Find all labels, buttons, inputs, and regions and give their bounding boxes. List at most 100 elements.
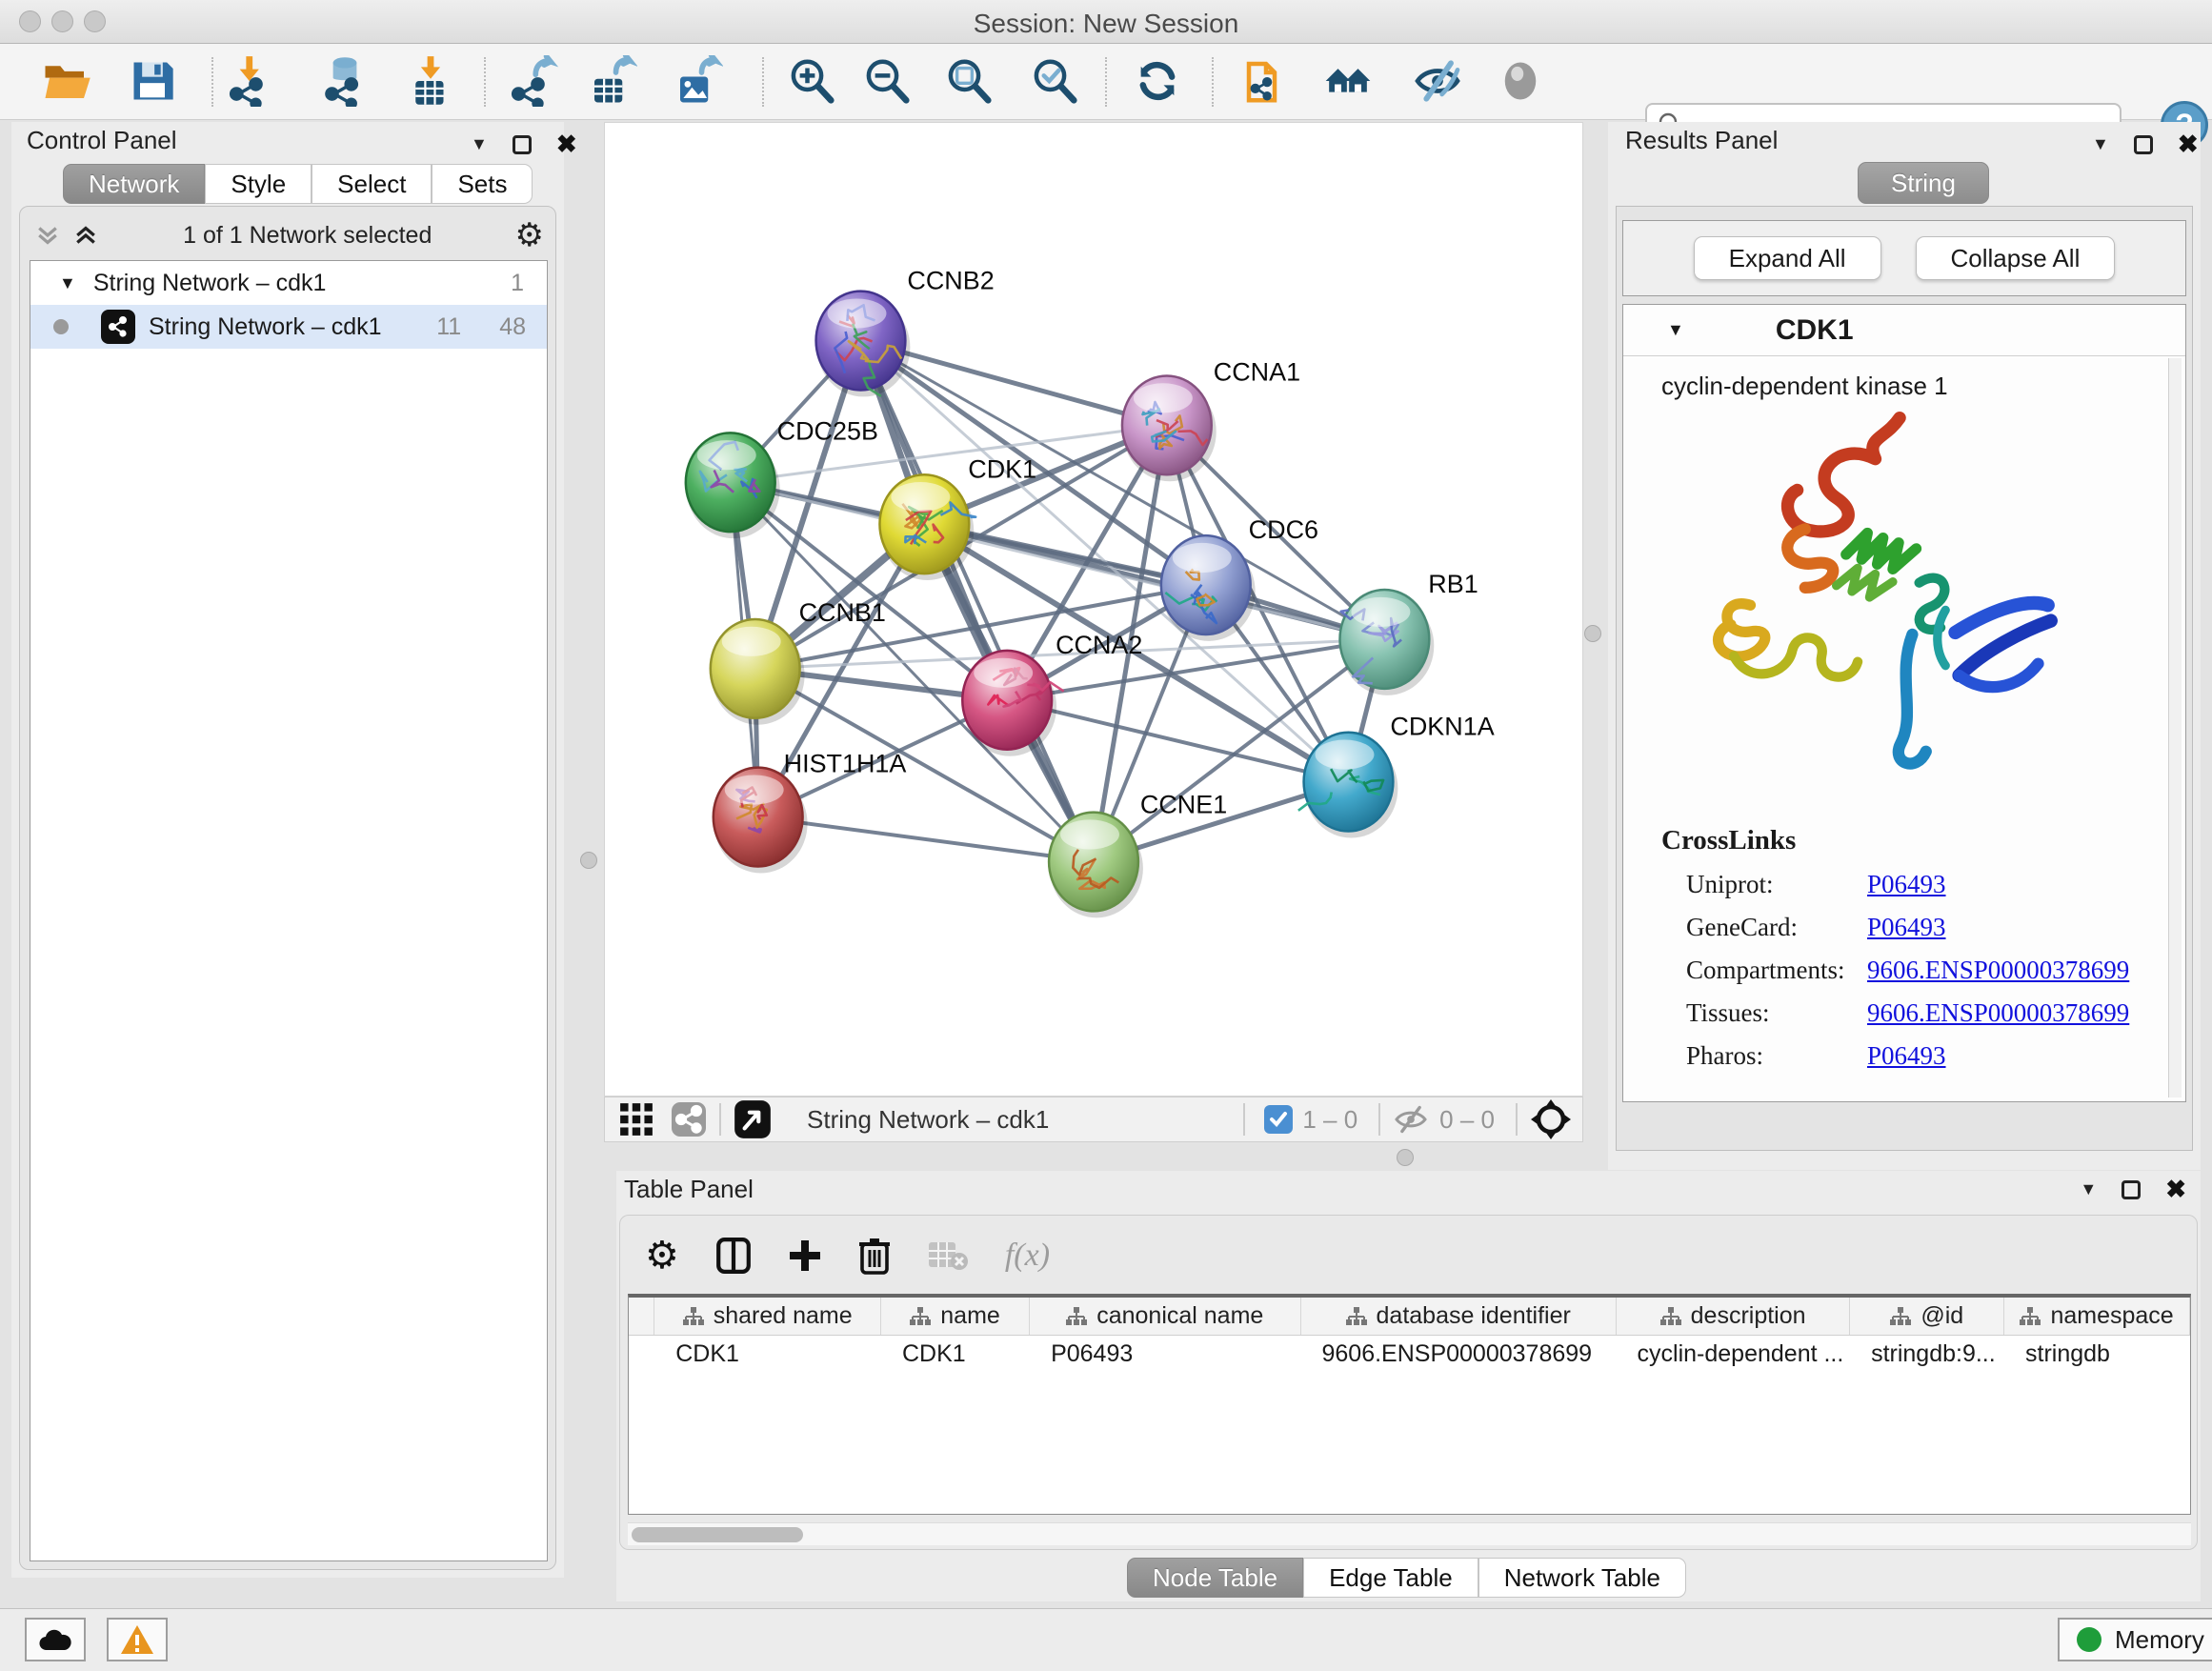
save-session-button[interactable] xyxy=(125,53,180,109)
open-session-button[interactable] xyxy=(39,53,94,109)
zoom-out-icon xyxy=(861,55,913,107)
namespace-icon xyxy=(910,1306,931,1327)
window-title: Session: New Session xyxy=(0,9,2212,39)
warnings-button[interactable] xyxy=(107,1618,168,1661)
column-header-name[interactable]: name xyxy=(881,1298,1030,1335)
entry-scrollbar[interactable] xyxy=(2168,358,2182,1097)
selected-checkbox-icon[interactable] xyxy=(1264,1105,1293,1134)
table-hscrollbar-thumb[interactable] xyxy=(632,1527,803,1542)
tab-style[interactable]: Style xyxy=(205,164,312,204)
crosslink-value-link[interactable]: P06493 xyxy=(1867,913,1946,942)
crosslink-row: Uniprot:P06493 xyxy=(1661,870,2129,899)
cell-description[interactable]: cyclin-dependent ... xyxy=(1617,1340,1851,1368)
hidden-eye-icon xyxy=(1392,1103,1430,1136)
tab-edge-table[interactable]: Edge Table xyxy=(1303,1558,1478,1598)
tab-string[interactable]: String xyxy=(1858,162,1989,204)
memory-button[interactable]: Memory xyxy=(2058,1618,2212,1661)
manual-layout-icon[interactable] xyxy=(1529,1097,1573,1141)
cloud-status-button[interactable] xyxy=(25,1618,86,1661)
node-label-CCNE1: CCNE1 xyxy=(1140,791,1227,819)
tab-select[interactable]: Select xyxy=(312,164,432,204)
expander-icon[interactable]: ▼ xyxy=(59,273,76,293)
network-canvas[interactable]: CCNB2CCNA1CDC25BCDK1CDC6RB1CCNB1CCNA2CDK… xyxy=(604,122,1583,1097)
network-collection-row[interactable]: ▼ String Network – cdk1 1 xyxy=(30,261,547,305)
network-row[interactable]: String Network – cdk1 11 48 xyxy=(30,305,547,349)
birds-eye-icon[interactable] xyxy=(733,1098,773,1140)
entry-description: cyclin-dependent kinase 1 xyxy=(1661,372,2185,401)
collapse-all-button[interactable]: Collapse All xyxy=(1916,236,2116,280)
cell-database-identifier[interactable]: 9606.ENSP00000378699 xyxy=(1300,1340,1616,1368)
add-column-icon[interactable] xyxy=(788,1238,822,1273)
export-network-button[interactable] xyxy=(506,53,561,109)
show-details-button[interactable] xyxy=(1493,53,1548,109)
crosslink-value-link[interactable]: 9606.ENSP00000378699 xyxy=(1867,998,2129,1028)
panel-menu-icon[interactable]: ▼ xyxy=(471,134,488,154)
zoom-selected-button[interactable] xyxy=(1027,53,1082,109)
panel-close-icon[interactable]: ✖ xyxy=(556,130,577,159)
expand-all-icon[interactable] xyxy=(71,221,100,250)
refresh-icon xyxy=(1133,56,1182,106)
edge-CCNB2-CCNE1[interactable] xyxy=(860,341,1094,862)
node-table[interactable]: shared namenamecanonical namedatabase id… xyxy=(628,1294,2191,1515)
zoom-in-button[interactable] xyxy=(784,53,839,109)
column-header-database-identifier[interactable]: database identifier xyxy=(1301,1298,1617,1335)
crosslink-value-link[interactable]: P06493 xyxy=(1867,1041,1946,1071)
node-label-CDKN1A: CDKN1A xyxy=(1390,713,1494,741)
import-table-icon xyxy=(405,55,456,107)
cell-@id[interactable]: stringdb:9... xyxy=(1850,1340,2004,1368)
column-header-canonical-name[interactable]: canonical name xyxy=(1030,1298,1301,1335)
table-hscrollbar[interactable] xyxy=(628,1522,2191,1545)
right-splitter-handle[interactable] xyxy=(1584,625,1601,642)
column-header-namespace[interactable]: namespace xyxy=(2004,1298,2190,1335)
tab-network-table[interactable]: Network Table xyxy=(1478,1558,1686,1598)
zoom-out-button[interactable] xyxy=(859,53,915,109)
panel-close-icon[interactable]: ✖ xyxy=(2165,1175,2186,1204)
tab-sets[interactable]: Sets xyxy=(432,164,533,204)
grid-view-icon[interactable] xyxy=(618,1101,654,1137)
panel-float-icon[interactable] xyxy=(2134,135,2153,154)
entry-expander-icon[interactable]: ▼ xyxy=(1667,320,1684,340)
crosslink-value-link[interactable]: 9606.ENSP00000378699 xyxy=(1867,956,2129,985)
import-network-file-button[interactable] xyxy=(224,53,279,109)
string-import-button[interactable] xyxy=(1238,53,1294,109)
column-header-description[interactable]: description xyxy=(1617,1298,1851,1335)
column-header-shared-name[interactable]: shared name xyxy=(654,1298,881,1335)
collection-count: 1 xyxy=(511,270,524,297)
panel-close-icon[interactable]: ✖ xyxy=(2178,130,2199,159)
bottom-splitter-handle[interactable] xyxy=(1397,1149,1414,1166)
entry-header[interactable]: ▼ CDK1 xyxy=(1623,305,2185,356)
left-splitter-handle[interactable] xyxy=(580,852,597,869)
expand-all-button[interactable]: Expand All xyxy=(1694,236,1881,280)
import-table-button[interactable] xyxy=(403,53,458,109)
cell-shared-name[interactable]: CDK1 xyxy=(654,1340,881,1368)
gear-icon[interactable]: ⚙ xyxy=(515,216,544,254)
panel-menu-icon[interactable]: ▼ xyxy=(2080,1179,2097,1199)
delete-column-icon[interactable] xyxy=(858,1237,891,1275)
edge-HIST1H1A-CCNE1[interactable] xyxy=(758,817,1094,862)
network-view-icon[interactable] xyxy=(670,1100,708,1138)
table-panel: Table Panel ▼ ✖ ⚙ xyxy=(616,1171,2201,1601)
import-network-database-button[interactable] xyxy=(317,53,372,109)
collapse-all-icon[interactable] xyxy=(33,221,62,250)
eye-slash-icon xyxy=(1411,54,1464,108)
panel-menu-icon[interactable]: ▼ xyxy=(2092,134,2109,154)
cell-canonical-name[interactable]: P06493 xyxy=(1030,1340,1300,1368)
cell-name[interactable]: CDK1 xyxy=(881,1340,1030,1368)
cell-namespace[interactable]: stringdb xyxy=(2004,1340,2190,1368)
apply-layout-button[interactable] xyxy=(1130,53,1185,109)
panel-float-icon[interactable] xyxy=(2122,1180,2141,1199)
string-home-button[interactable] xyxy=(1320,53,1376,109)
table-gear-icon[interactable]: ⚙ xyxy=(645,1234,679,1278)
panel-float-icon[interactable] xyxy=(513,135,532,154)
namespace-icon xyxy=(1066,1306,1087,1327)
tab-node-table[interactable]: Node Table xyxy=(1127,1558,1303,1598)
hide-glass-button[interactable] xyxy=(1410,53,1465,109)
crosslink-value-link[interactable]: P06493 xyxy=(1867,870,1946,899)
export-table-button[interactable] xyxy=(584,53,639,109)
zoom-fit-button[interactable] xyxy=(941,53,996,109)
column-header-@id[interactable]: @id xyxy=(1850,1298,2004,1335)
show-columns-icon[interactable] xyxy=(715,1237,752,1275)
export-image-button[interactable] xyxy=(670,53,725,109)
tab-network[interactable]: Network xyxy=(63,164,205,204)
table-row[interactable]: CDK1CDK1P064939606.ENSP00000378699cyclin… xyxy=(629,1336,2190,1372)
